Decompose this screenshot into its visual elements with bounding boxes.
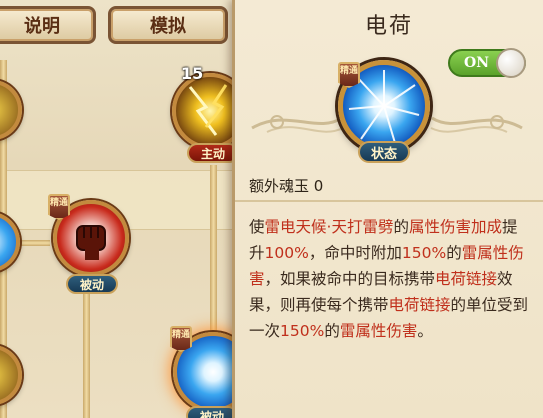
desc-highlight: 150% (280, 322, 325, 340)
mastery-badge-label: 精通 (50, 198, 69, 208)
skill-state-tag: 状态 (358, 141, 410, 163)
explain-button-label: 说明 (24, 16, 60, 37)
skill-tag-active: 主动 (187, 143, 235, 163)
divider (235, 200, 543, 202)
explain-button[interactable]: 说明 (0, 6, 96, 44)
desc-text: ，命中时附加 (308, 244, 402, 262)
desc-text: 的 (324, 322, 340, 340)
skill-detail-panel: 电荷 ON 精通 状态 额外魂玉 0 使雷电天候·天打雷劈的属性伤害加成提升10… (232, 0, 543, 418)
desc-highlight: 属性伤害加成 (408, 218, 502, 236)
skill-description: 使雷电天候·天打雷劈的属性伤害加成提升100%，命中时附加150%的雷属性伤害，… (249, 214, 531, 344)
skill-tag-passive: 被动 (186, 406, 235, 418)
desc-text: 的 (446, 244, 462, 262)
desc-text: 。 (417, 322, 433, 340)
desc-highlight: 100% (264, 244, 309, 262)
desc-highlight: 电荷链接 (388, 296, 451, 314)
desc-text: 的 (393, 218, 409, 236)
desc-highlight: 雷电天候·天打雷劈 (264, 218, 394, 236)
mastery-badge: 精通 (48, 194, 70, 220)
skill-state-label: 状态 (370, 146, 397, 162)
desc-text: 使 (249, 218, 265, 236)
toggle-label: ON (464, 55, 489, 71)
skill-tag-passive: 被动 (66, 274, 118, 294)
mastery-badge-label: 精通 (172, 330, 191, 340)
mastery-badge: 精通 (338, 62, 360, 88)
skill-tag-label: 被动 (79, 277, 104, 292)
skill-tag-label: 主动 (200, 146, 225, 161)
simulate-button[interactable]: 模拟 (108, 6, 228, 44)
lightning-icon (188, 84, 228, 136)
mastery-badge: 精通 (170, 326, 192, 352)
desc-text: ，如果被命中的目标携带 (264, 270, 436, 288)
skill-tag-label: 被动 (199, 409, 224, 418)
mastery-badge-label: 精通 (340, 66, 359, 76)
desc-highlight: 电荷链接 (435, 270, 498, 288)
toggle-knob (496, 48, 526, 78)
skill-node-partial[interactable] (0, 80, 22, 140)
desc-highlight: 雷属性伤害 (339, 322, 418, 340)
auto-toggle[interactable]: ON (448, 48, 526, 78)
skill-node-partial[interactable] (0, 345, 22, 405)
skill-level: 15 (181, 64, 204, 83)
simulate-button-label: 模拟 (150, 16, 186, 37)
skill-tree: 说明 模拟 15 主动 精通 被动 精通 被动 (0, 0, 235, 418)
skill-node-lightning[interactable] (172, 73, 235, 149)
skill-title: 电荷 (364, 14, 413, 39)
desc-highlight: 150% (401, 244, 447, 262)
extra-soul-jade: 额外魂玉 0 (249, 177, 324, 195)
